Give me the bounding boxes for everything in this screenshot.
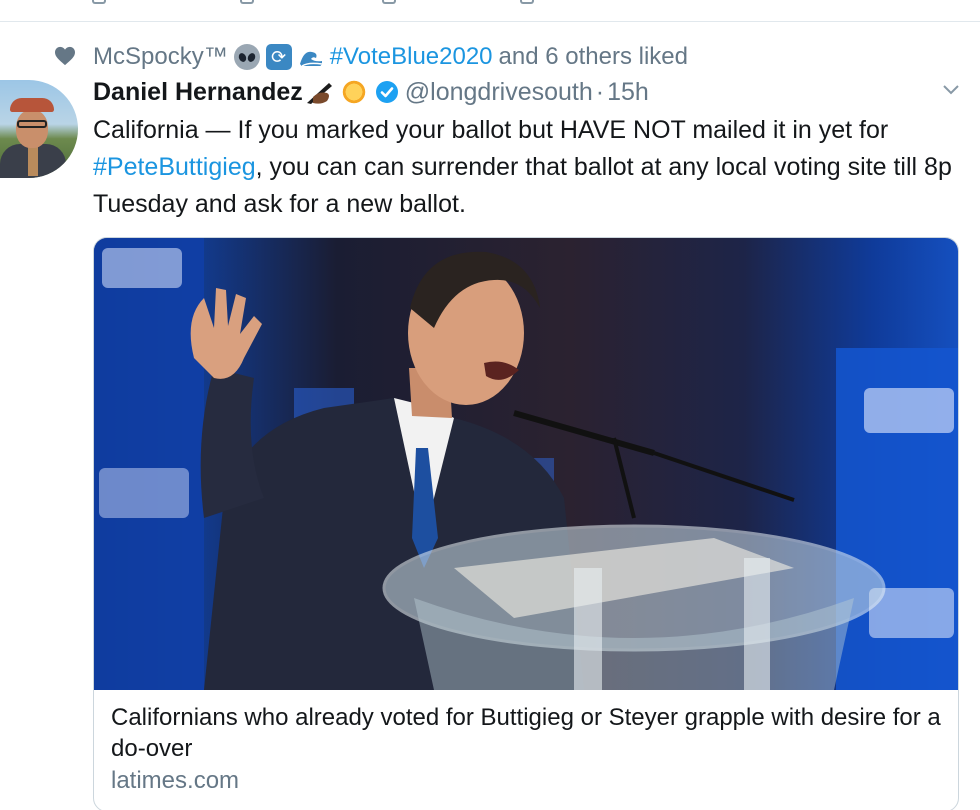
writing-hand-icon [306,83,332,104]
separator-dot: · [595,77,605,106]
social-context[interactable]: McSpocky™ ⟳ #VoteBlue2020 and 6 others l… [0,42,980,72]
liked-by-rest[interactable]: and 6 others liked [499,43,688,71]
avatar[interactable] [0,80,78,178]
link-card[interactable]: Californians who already voted for Butti… [93,237,959,810]
repeat-icon: ⟳ [265,44,292,70]
wave-icon [299,51,322,67]
heart-icon [55,46,75,66]
alien-icon [233,44,260,70]
card-title: Californians who already voted for Butti… [111,704,941,762]
tweet-header: Daniel Hernandez @longdrivesouth · 15h [93,76,649,108]
timestamp[interactable]: 15h [607,78,649,107]
tweet-hashtag[interactable]: #PeteButtigieg [93,153,256,181]
tweet-text-part-1: California — If you marked your ballot b… [93,116,889,144]
tweet-divider [0,21,980,22]
sun-icon [340,79,367,105]
card-text: Californians who already voted for Butti… [94,690,958,798]
user-handle[interactable]: @longdrivesouth [405,78,593,107]
previous-tweet-actions [0,0,980,20]
like-icon[interactable] [382,0,396,4]
card-domain: latimes.com [111,767,240,794]
retweet-icon[interactable] [240,0,254,4]
tweet-text: California — If you marked your ballot b… [93,112,963,223]
display-name[interactable]: Daniel Hernandez [93,78,303,107]
liked-by-name[interactable]: McSpocky™ [93,43,228,71]
reply-icon[interactable] [92,0,106,4]
verified-icon [375,81,398,103]
liked-by-hashtag[interactable]: #VoteBlue2020 [330,43,493,71]
caret-down-icon[interactable] [942,84,960,96]
share-icon[interactable] [520,0,534,4]
card-image [94,238,958,690]
